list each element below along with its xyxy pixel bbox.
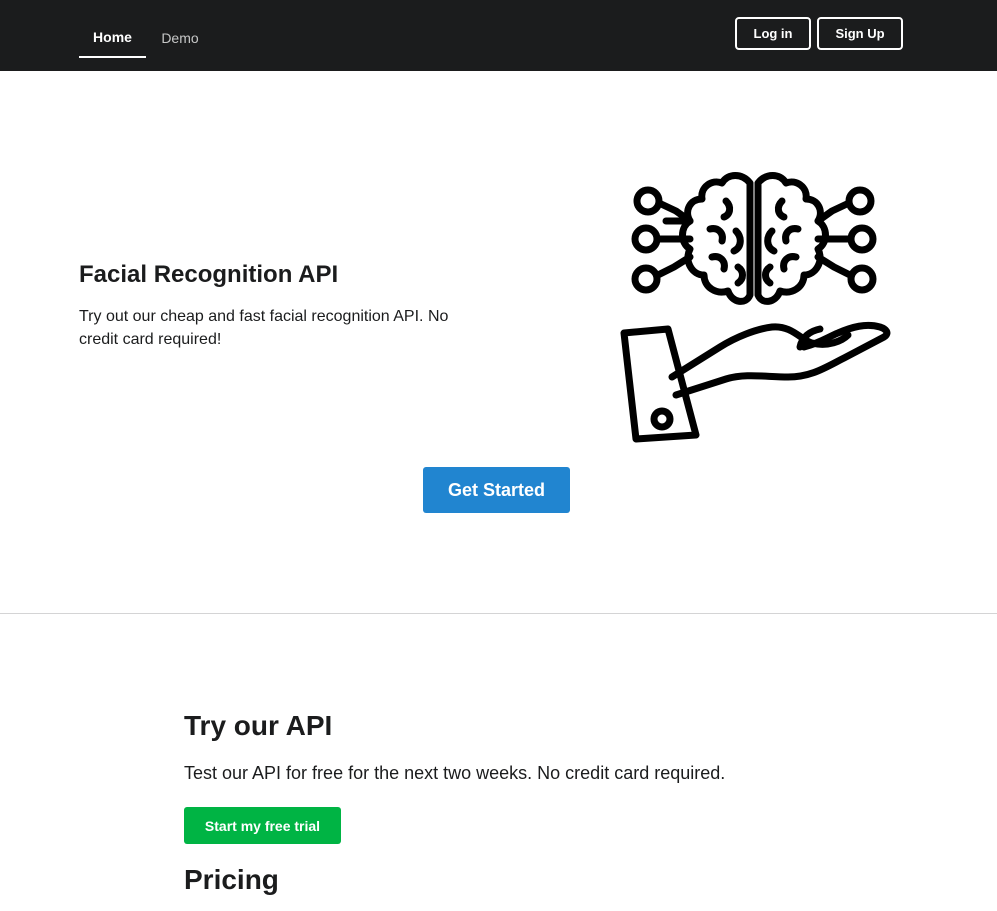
nav-demo-link[interactable]: Demo: [150, 0, 210, 58]
pricing-title: Pricing: [184, 864, 279, 895]
api-section-description: Test our API for free for the next two w…: [184, 763, 726, 783]
signup-button[interactable]: Sign Up: [817, 17, 903, 50]
hero-title: Facial Recognition API: [79, 261, 339, 288]
start-free-trial-button[interactable]: Start my free trial: [184, 807, 341, 844]
get-started-button[interactable]: Get Started: [423, 467, 570, 513]
hero-description: Try out our cheap and fast facial recogn…: [79, 308, 449, 348]
top-navigation-bar: Home Demo Log in Sign Up: [0, 0, 997, 71]
login-button[interactable]: Log in: [735, 17, 811, 50]
api-section-title: Try our API: [184, 710, 333, 741]
brain-in-hand-icon: [620, 172, 891, 443]
nav-home-link[interactable]: Home: [79, 0, 146, 58]
hero-section: Facial Recognition API Try out our cheap…: [0, 71, 997, 614]
